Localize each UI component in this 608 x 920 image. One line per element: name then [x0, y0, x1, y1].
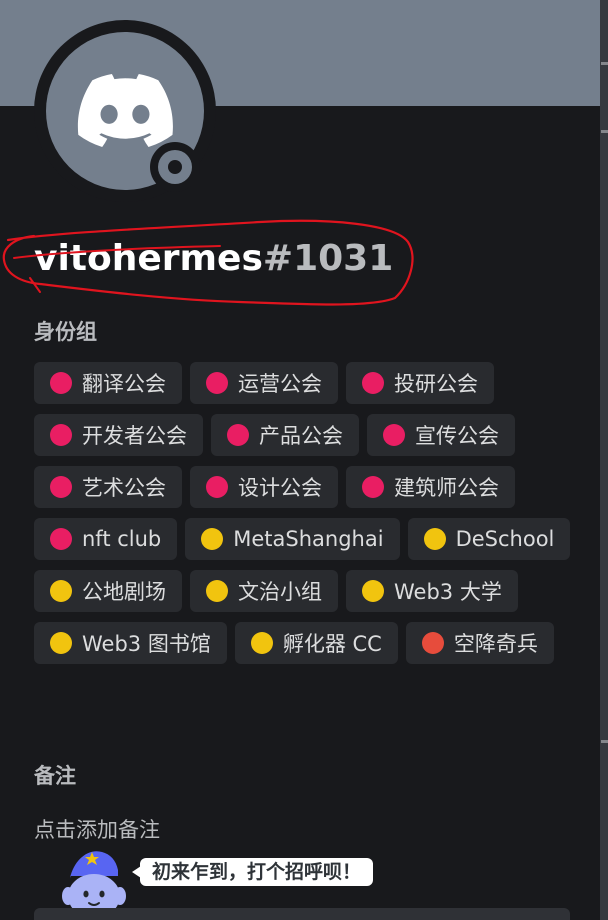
role-color-dot-icon: [227, 424, 249, 446]
role-color-dot-icon: [362, 580, 384, 602]
role-chip[interactable]: 建筑师公会: [346, 466, 515, 508]
role-color-dot-icon: [50, 580, 72, 602]
edge-mark: [601, 62, 608, 65]
role-name: nft club: [82, 527, 162, 551]
role-color-dot-icon: [250, 632, 273, 654]
role-name: 孵化器 CC: [282, 632, 382, 656]
role-name: 空降奇兵: [453, 632, 538, 656]
role-name: 开发者公会: [82, 424, 187, 448]
role-name: DeSchool: [455, 527, 555, 551]
role-name: 建筑师公会: [394, 476, 499, 500]
role-chip[interactable]: 投研公会: [346, 362, 494, 404]
edge-mark: [601, 740, 608, 743]
role-list: 翻译公会 运营公会 投研公会开发者公会 产品公会 宣传公会艺术公会 设计公会 建筑师公会 nf…: [34, 362, 574, 664]
note-section-title: 备注: [34, 764, 76, 788]
role-chip[interactable]: 文治小组: [190, 570, 338, 612]
role-name: 公地剧场: [82, 580, 166, 604]
role-color-dot-icon: [50, 424, 72, 446]
role-chip[interactable]: 孵化器 CC: [234, 622, 398, 664]
role-color-dot-icon: [50, 528, 72, 550]
status-hole: [168, 160, 182, 174]
role-color-dot-icon: [362, 372, 384, 394]
roles-section-title: 身份组: [34, 320, 97, 344]
role-chip[interactable]: Web3 大学: [346, 570, 518, 612]
role-chip[interactable]: 运营公会: [190, 362, 338, 404]
role-color-dot-icon: [50, 476, 72, 498]
role-chip[interactable]: 艺术公会: [34, 466, 182, 508]
role-name: Web3 大学: [394, 580, 502, 604]
role-color-dot-icon: [206, 476, 228, 498]
role-chip[interactable]: DeSchool: [407, 518, 571, 560]
role-name: 投研公会: [394, 372, 478, 396]
role-chip[interactable]: 开发者公会: [34, 414, 203, 456]
user-profile-popout: vitohermes#1031 身份组 翻译公会 运营公会 投研公会 开发者公会 产品公…: [0, 0, 608, 920]
role-color-dot-icon: [421, 632, 444, 654]
role-chip[interactable]: 设计公会: [190, 466, 338, 508]
role-chip[interactable]: 产品公会: [211, 414, 359, 456]
role-name: 翻译公会: [82, 372, 166, 396]
role-chip[interactable]: MetaShanghai: [185, 518, 400, 560]
role-color-dot-icon: [383, 424, 405, 446]
red-scribble-annotation: [2, 219, 414, 306]
role-name: Web3 图书馆: [82, 632, 211, 656]
role-chip[interactable]: 翻译公会: [34, 362, 182, 404]
role-chip[interactable]: 空降奇兵: [405, 622, 554, 664]
role-color-dot-icon: [50, 632, 72, 654]
role-name: 宣传公会: [415, 424, 499, 448]
role-chip[interactable]: Web3 图书馆: [34, 622, 227, 664]
edge-mark: [601, 130, 608, 133]
discord-logo-icon: [77, 74, 173, 147]
role-color-dot-icon: [201, 528, 224, 550]
role-color-dot-icon: [50, 372, 72, 394]
role-name: 设计公会: [238, 476, 322, 500]
role-chip[interactable]: nft club: [34, 518, 178, 560]
wave-speech-bubble[interactable]: 初来乍到，打个招呼呗！: [140, 858, 374, 886]
role-name: 产品公会: [259, 424, 343, 448]
role-name: 艺术公会: [82, 476, 166, 500]
role-color-dot-icon: [206, 372, 228, 394]
role-name: 运营公会: [238, 372, 322, 396]
role-color-dot-icon: [362, 476, 384, 498]
note-input[interactable]: 点击添加备注: [34, 814, 160, 844]
role-chip[interactable]: 公地剧场: [34, 570, 182, 612]
role-color-dot-icon: [206, 580, 228, 602]
role-chip[interactable]: 宣传公会: [367, 414, 515, 456]
role-name: 文治小组: [238, 580, 322, 604]
role-color-dot-icon: [423, 528, 446, 550]
role-name: MetaShanghai: [233, 527, 384, 551]
background-window-edge: [600, 0, 608, 920]
message-input-box[interactable]: [34, 908, 570, 920]
